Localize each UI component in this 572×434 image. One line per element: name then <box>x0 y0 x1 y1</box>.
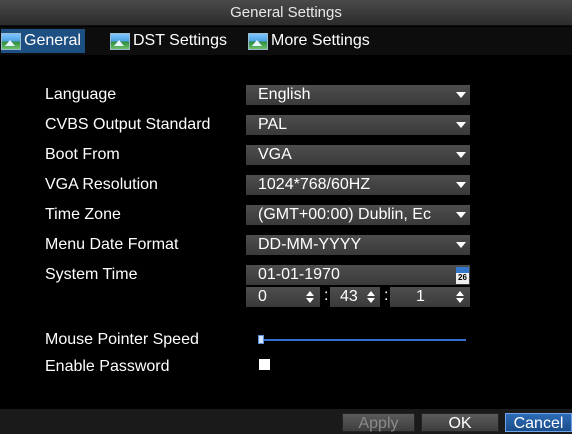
system-time-label: System Time <box>45 266 138 283</box>
boot-from-label: Boot From <box>45 146 120 163</box>
chevron-down-icon <box>456 152 466 158</box>
time-separator: : <box>324 287 329 304</box>
time-zone-label: Time Zone <box>45 206 121 223</box>
cvbs-output-standard-label: CVBS Output Standard <box>45 116 211 133</box>
chevron-down-icon <box>456 212 466 218</box>
ok-button[interactable]: OK <box>421 413 499 432</box>
time-zone-select[interactable]: (GMT+00:00) Dublin, Ec <box>246 205 470 225</box>
cvbs-output-standard-value: PAL <box>258 116 288 133</box>
language-label: Language <box>45 86 117 103</box>
system-date-field[interactable]: 01-01-1970 <box>246 265 470 285</box>
language-value: English <box>258 86 311 103</box>
second-value: 1 <box>416 288 425 305</box>
vga-resolution-label: VGA Resolution <box>45 176 158 193</box>
tab-general-label: General <box>24 32 81 50</box>
boot-from-value: VGA <box>258 146 292 163</box>
window-title: General Settings <box>0 0 572 26</box>
enable-password-checkbox[interactable] <box>259 359 270 370</box>
time-zone-value: (GMT+00:00) Dublin, Ec <box>258 206 431 223</box>
vga-resolution-value: 1024*768/60HZ <box>258 176 371 193</box>
system-date-value: 01-01-1970 <box>258 266 340 283</box>
cancel-button[interactable]: Cancel <box>505 413 572 432</box>
second-stepper[interactable]: 1 <box>390 287 470 307</box>
landscape-icon <box>1 32 21 50</box>
calendar-icon[interactable]: 26 <box>456 267 469 284</box>
spinner-icon[interactable] <box>456 291 465 303</box>
tab-more-settings-label: More Settings <box>271 32 370 49</box>
general-settings-dialog: General Settings General DST Settings Mo… <box>0 0 572 434</box>
tab-general[interactable]: General <box>1 29 85 53</box>
mouse-pointer-speed-label: Mouse Pointer Speed <box>45 331 199 348</box>
chevron-down-icon <box>456 92 466 98</box>
chevron-down-icon <box>456 122 466 128</box>
slider-handle[interactable] <box>258 335 264 344</box>
vga-resolution-select[interactable]: 1024*768/60HZ <box>246 175 470 195</box>
apply-button[interactable]: Apply <box>342 413 415 432</box>
hour-stepper[interactable]: 0 <box>246 287 320 307</box>
time-separator: : <box>384 287 389 304</box>
landscape-icon <box>248 32 268 50</box>
tab-bar: General DST Settings More Settings <box>0 27 572 55</box>
tab-dst-settings-label: DST Settings <box>133 32 227 49</box>
tab-dst-settings[interactable]: DST Settings <box>110 29 227 53</box>
landscape-icon <box>110 32 130 50</box>
boot-from-select[interactable]: VGA <box>246 145 470 165</box>
chevron-down-icon <box>456 242 466 248</box>
spinner-icon[interactable] <box>367 291 376 303</box>
menu-date-format-select[interactable]: DD-MM-YYYY <box>246 235 470 255</box>
cvbs-output-standard-select[interactable]: PAL <box>246 115 470 135</box>
spinner-icon[interactable] <box>306 291 315 303</box>
menu-date-format-value: DD-MM-YYYY <box>258 236 362 253</box>
hour-value: 0 <box>258 288 267 305</box>
tab-more-settings[interactable]: More Settings <box>248 29 370 53</box>
minute-stepper[interactable]: 43 <box>330 287 380 307</box>
chevron-down-icon <box>456 182 466 188</box>
menu-date-format-label: Menu Date Format <box>45 236 179 253</box>
enable-password-label: Enable Password <box>45 358 170 375</box>
minute-value: 43 <box>340 288 358 305</box>
mouse-pointer-speed-slider[interactable] <box>258 339 466 341</box>
language-select[interactable]: English <box>246 85 470 105</box>
